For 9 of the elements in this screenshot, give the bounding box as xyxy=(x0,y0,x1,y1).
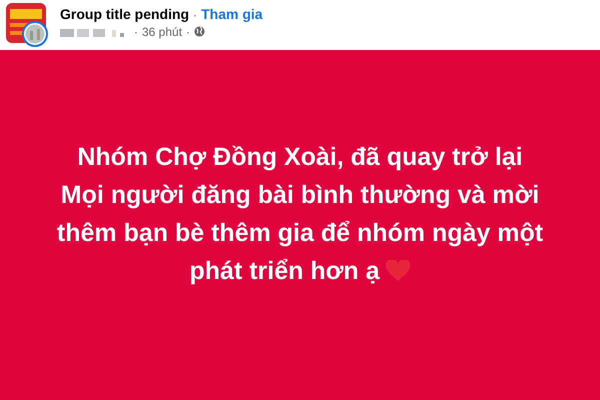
separator-dot: · xyxy=(186,24,190,38)
user-avatar-icon[interactable] xyxy=(22,21,48,47)
join-link[interactable]: Tham gia xyxy=(201,6,263,22)
separator-dot: · xyxy=(134,24,138,38)
post-time[interactable]: 36 phút xyxy=(142,24,182,38)
separator-dot: · xyxy=(193,8,198,22)
group-title[interactable]: Group title pending xyxy=(60,6,190,22)
post-message: Nhóm Chợ Đồng Xoài, đã quay trở lại Mọi người đăng bài bình thường và mời thêm bạn bè thêm gia để nhóm ngày một phát triển hơn ạ xyxy=(56,142,544,287)
globe-icon xyxy=(194,26,206,37)
